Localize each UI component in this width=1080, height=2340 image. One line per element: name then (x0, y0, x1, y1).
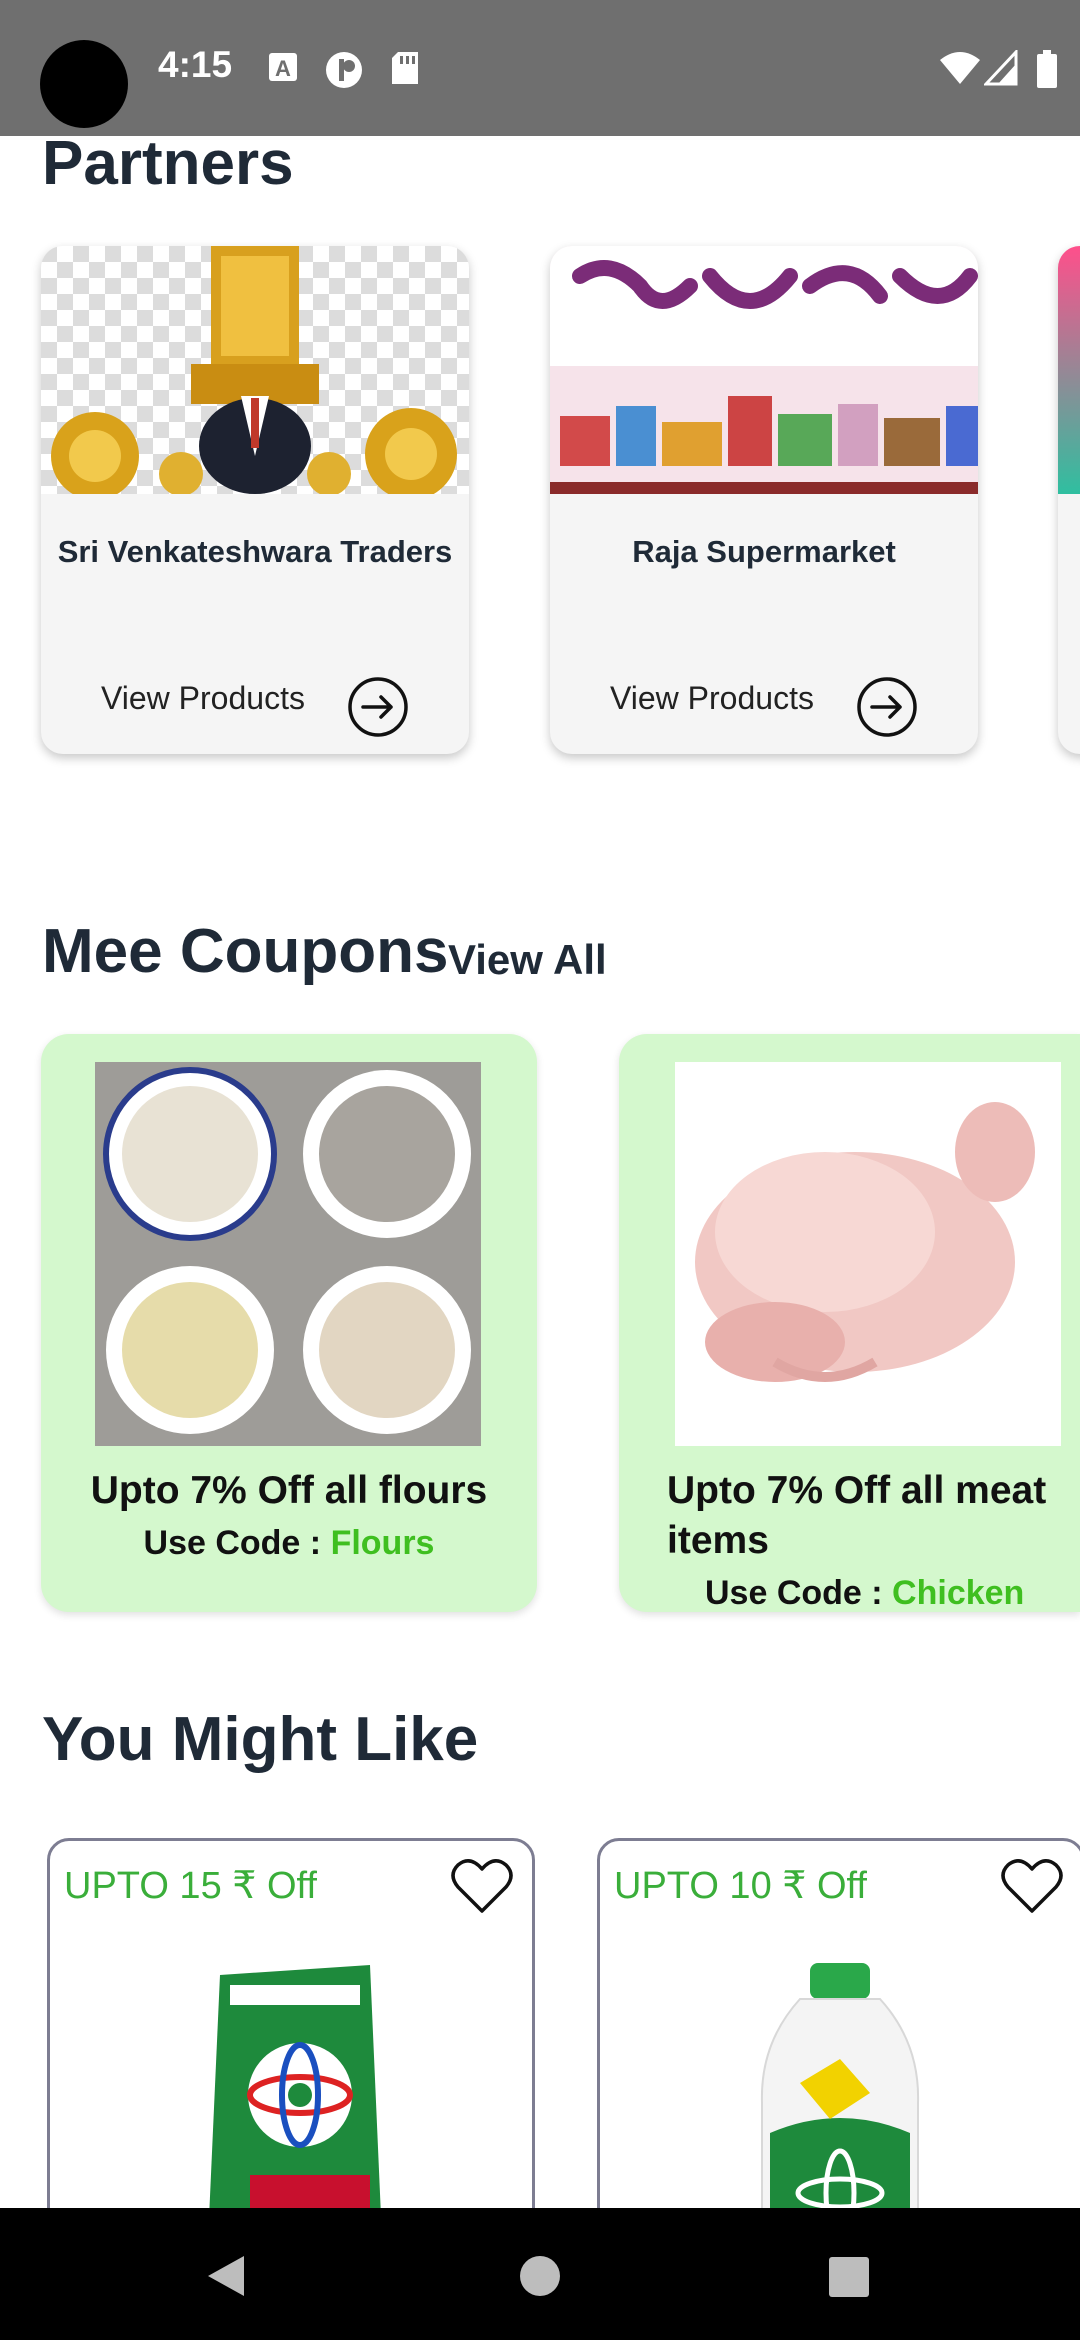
svg-text:A: A (275, 56, 291, 81)
home-icon[interactable] (518, 2254, 562, 2298)
coupon-title: Upto 7% Off all flours (90, 1469, 488, 1512)
coupon-code: Use Code : Flours (41, 1524, 537, 1563)
deity-image (41, 246, 469, 494)
navigation-bar (0, 2208, 1080, 2340)
partners-title: Partners (42, 129, 294, 198)
status-time: 4:15 (158, 44, 233, 85)
heart-icon[interactable] (450, 1857, 514, 1915)
partner-card[interactable]: Raja Supermarket View Products (550, 246, 978, 754)
text-a-icon: A (269, 53, 297, 81)
view-products-link[interactable]: View Products (610, 680, 814, 717)
arrow-right-icon[interactable] (856, 676, 918, 738)
flour-bowls-image (95, 1062, 481, 1446)
supermarket-banner-image (550, 246, 978, 494)
chicken-image (675, 1062, 1061, 1446)
discount-label: UPTO 15 ₹ Off (64, 1865, 317, 1907)
coupons-title: Mee Coupons (42, 917, 449, 986)
arrow-right-icon[interactable] (347, 676, 409, 738)
coupon-code-value: Flours (330, 1524, 435, 1562)
wifi-icon (940, 52, 980, 84)
sd-card-icon (392, 52, 418, 84)
recents-icon[interactable] (828, 2256, 870, 2298)
partner-image (1058, 246, 1080, 494)
status-bar: 4:15 A (0, 0, 1080, 136)
heart-icon[interactable] (1000, 1857, 1064, 1915)
coupon-code-value: Chicken (892, 1574, 1025, 1612)
view-all-link[interactable]: View All (448, 936, 607, 984)
discount-label: UPTO 10 ₹ Off (614, 1865, 867, 1907)
coupon-code-label: Use Code : (143, 1524, 331, 1562)
battery-icon (1037, 50, 1057, 88)
partner-name: Raja Supermarket (632, 534, 896, 569)
coupon-title: Upto 7% Off all meat items (667, 1469, 1047, 1562)
coupon-code-label: Use Code : (705, 1574, 893, 1612)
recommendations-title: You Might Like (42, 1705, 479, 1774)
camera-cutout (40, 40, 128, 128)
coupon-card[interactable]: Upto 7% Off all meat items Use Code : Ch… (619, 1034, 1080, 1612)
partner-name: Sri Venkateshwara Traders (57, 534, 453, 569)
signal-icon (984, 50, 1018, 86)
back-icon[interactable] (204, 2254, 246, 2298)
coupon-code: Use Code : Chicken (705, 1574, 1080, 1612)
partner-card[interactable] (1058, 246, 1080, 754)
coupon-card[interactable]: Upto 7% Off all flours Use Code : Flours (41, 1034, 537, 1612)
partner-card[interactable]: Sri Venkateshwara Traders View Products (41, 246, 469, 754)
view-products-link[interactable]: View Products (101, 680, 305, 717)
data-saver-icon (326, 52, 362, 88)
